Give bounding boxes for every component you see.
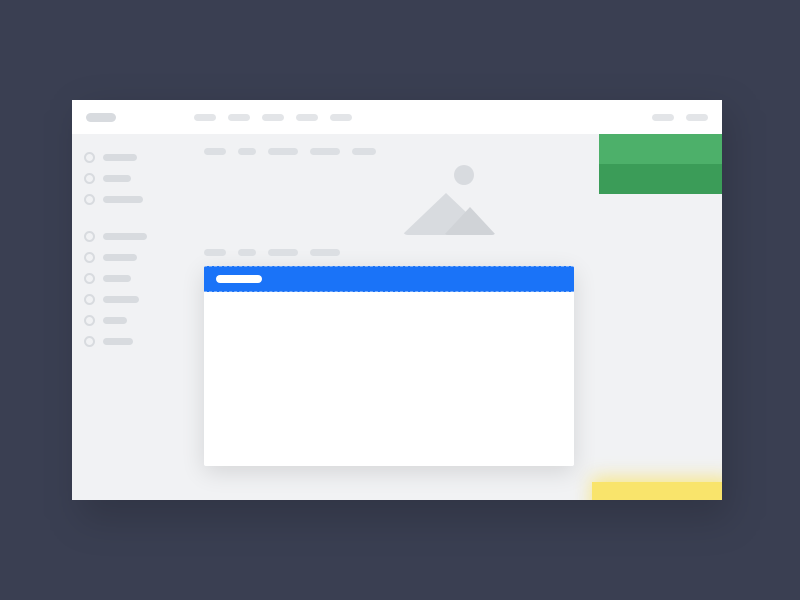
nav-item[interactable] xyxy=(296,114,318,121)
sidebar-item[interactable] xyxy=(84,231,178,242)
crumb[interactable] xyxy=(238,148,256,155)
app-window xyxy=(72,100,722,500)
radio-icon xyxy=(84,294,95,305)
modal-title xyxy=(216,275,262,283)
sidebar-item-label xyxy=(103,233,147,240)
nav-item[interactable] xyxy=(194,114,216,121)
modal-panel xyxy=(204,266,574,466)
crumb[interactable] xyxy=(268,148,298,155)
header xyxy=(72,100,722,134)
notification-badge-green[interactable] xyxy=(599,134,722,164)
radio-icon xyxy=(84,336,95,347)
crumb xyxy=(268,249,298,256)
sidebar-item[interactable] xyxy=(84,152,178,163)
radio-icon xyxy=(84,252,95,263)
sidebar-item-label xyxy=(103,154,137,161)
section-label xyxy=(204,249,694,256)
sidebar-item[interactable] xyxy=(84,194,178,205)
sidebar-item[interactable] xyxy=(84,336,178,347)
sidebar-item[interactable] xyxy=(84,173,178,184)
sidebar-item-label xyxy=(103,338,133,345)
sidebar-group-1 xyxy=(84,152,178,205)
sidebar-item-label xyxy=(103,275,131,282)
sidebar-item[interactable] xyxy=(84,273,178,284)
logo[interactable] xyxy=(86,113,116,122)
sidebar-item-label xyxy=(103,317,127,324)
nav-item[interactable] xyxy=(330,114,352,121)
nav-item[interactable] xyxy=(262,114,284,121)
nav-primary xyxy=(194,114,352,121)
sidebar-item[interactable] xyxy=(84,252,178,263)
modal-header[interactable] xyxy=(204,266,574,292)
image-placeholder-icon xyxy=(394,165,504,235)
radio-icon xyxy=(84,152,95,163)
sidebar-group-2 xyxy=(84,231,178,347)
crumb[interactable] xyxy=(204,148,226,155)
radio-icon xyxy=(84,173,95,184)
sidebar xyxy=(72,134,190,500)
radio-icon xyxy=(84,231,95,242)
crumb[interactable] xyxy=(310,148,340,155)
sidebar-item-label xyxy=(103,196,143,203)
main-content xyxy=(190,134,722,500)
nav-item[interactable] xyxy=(652,114,674,121)
notification-badge-green-dark[interactable] xyxy=(599,164,722,194)
sidebar-item-label xyxy=(103,254,137,261)
radio-icon xyxy=(84,315,95,326)
nav-secondary xyxy=(652,114,708,121)
sidebar-item[interactable] xyxy=(84,315,178,326)
sidebar-item-label xyxy=(103,296,139,303)
radio-icon xyxy=(84,194,95,205)
radio-icon xyxy=(84,273,95,284)
crumb[interactable] xyxy=(352,148,376,155)
nav-item[interactable] xyxy=(686,114,708,121)
nav-item[interactable] xyxy=(228,114,250,121)
crumb xyxy=(204,249,226,256)
crumb xyxy=(310,249,340,256)
notification-badge-yellow[interactable] xyxy=(592,482,722,500)
sidebar-item-label xyxy=(103,175,131,182)
sidebar-item[interactable] xyxy=(84,294,178,305)
crumb xyxy=(238,249,256,256)
